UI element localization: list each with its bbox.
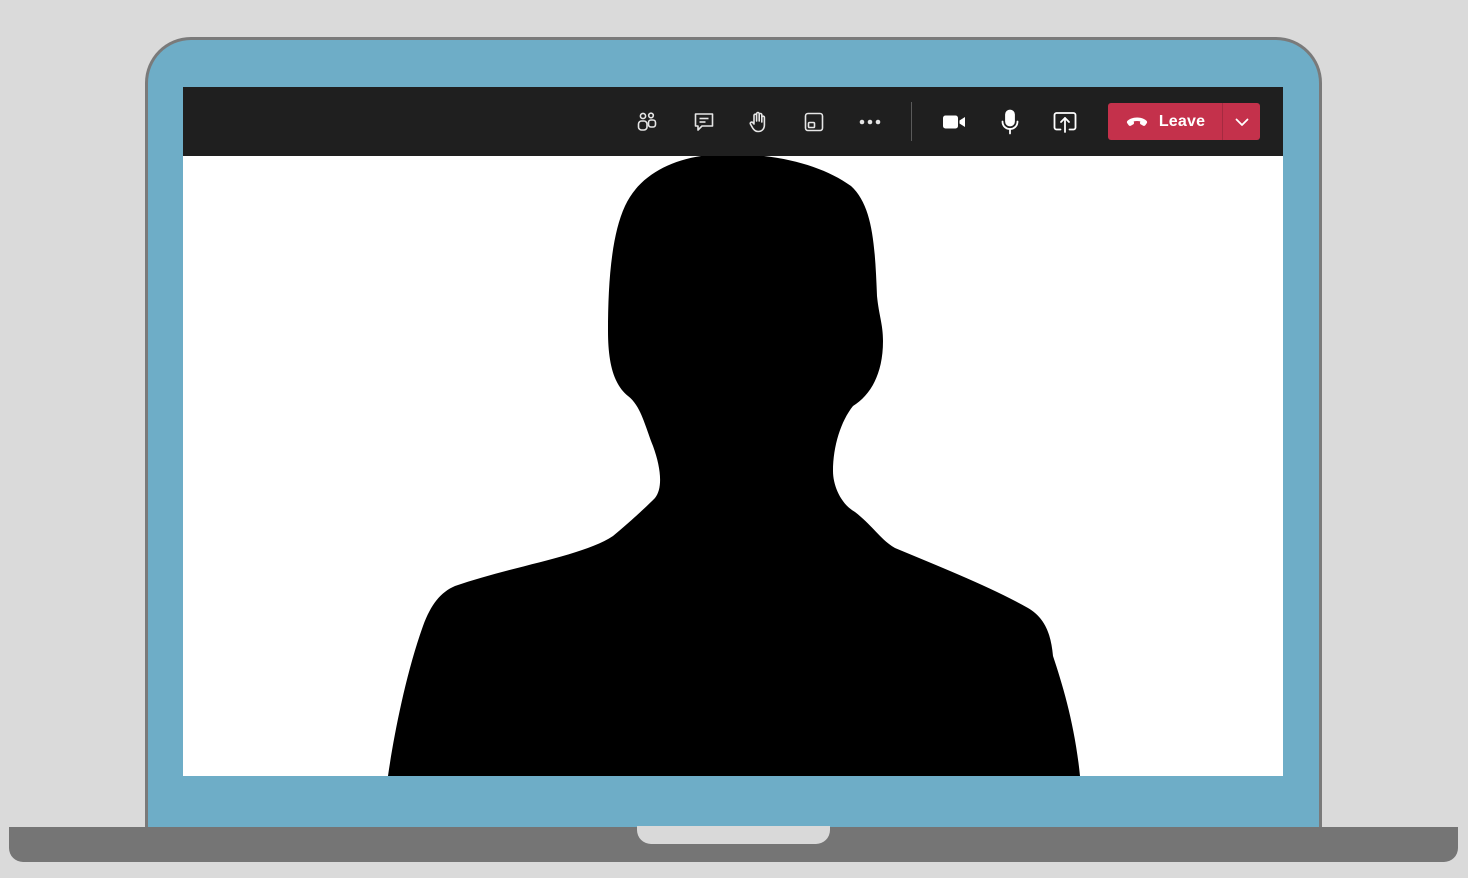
raise-hand-icon: [749, 111, 766, 133]
people-icon: [637, 112, 657, 131]
leave-button-group: Leave: [1108, 103, 1260, 140]
share-tray-button[interactable]: [796, 104, 832, 140]
laptop-notch: [637, 826, 830, 844]
chat-icon: [694, 113, 714, 131]
share-tray-icon: [804, 112, 824, 132]
share-screen-button[interactable]: [1047, 104, 1083, 140]
people-button[interactable]: [629, 104, 665, 140]
participant-video: [183, 156, 1283, 776]
leave-dropdown-button[interactable]: [1223, 103, 1260, 140]
meeting-toolbar: Leave: [183, 87, 1283, 156]
microphone-button[interactable]: [992, 104, 1028, 140]
camera-icon: [943, 115, 965, 129]
microphone-icon: [1001, 109, 1019, 135]
chat-button[interactable]: [686, 104, 722, 140]
hang-up-icon: [1126, 117, 1147, 126]
camera-button[interactable]: [936, 104, 972, 140]
meeting-screen: Leave: [183, 87, 1283, 776]
chevron-down-icon: [1235, 118, 1248, 126]
more-options-icon: [859, 119, 881, 125]
leave-label: Leave: [1158, 112, 1206, 130]
share-screen-icon: [1053, 112, 1077, 133]
leave-button[interactable]: Leave: [1108, 103, 1222, 140]
more-options-button[interactable]: [852, 104, 888, 140]
raise-hand-button[interactable]: [740, 104, 776, 140]
toolbar-divider: [911, 102, 912, 141]
